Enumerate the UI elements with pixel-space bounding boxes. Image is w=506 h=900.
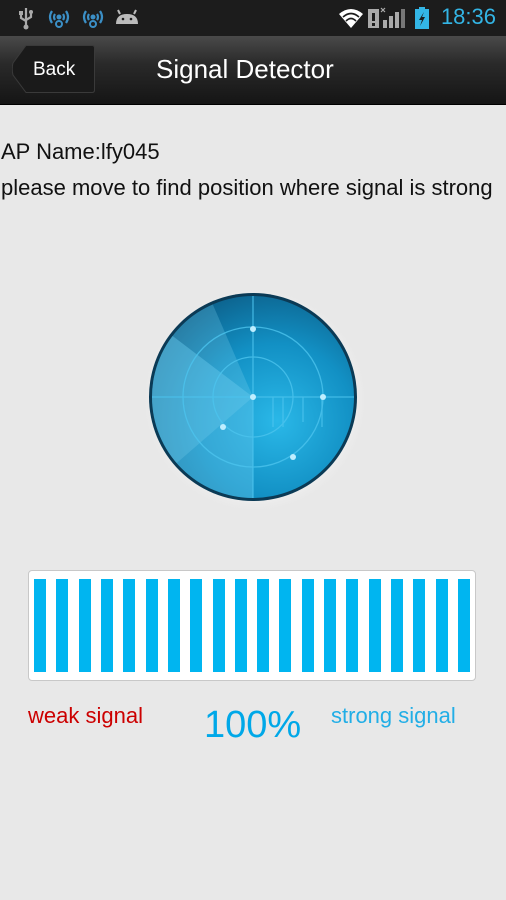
signal-bar [78,579,91,672]
usb-icon [19,8,33,30]
signal-bar [190,579,203,672]
strong-signal-label: strong signal [331,703,456,728]
signal-bar [301,579,314,672]
back-label: Back [33,59,76,80]
wifi-hotspot-icon [82,10,104,28]
signal-bar [167,579,180,672]
signal-bar [56,579,69,672]
page-title: Signal Detector [156,54,334,84]
signal-bar [458,579,470,672]
cell-signal-icon [368,7,405,28]
wifi-hotspot-icon [48,10,70,28]
battery-charging-icon [415,7,429,29]
signal-bar [100,579,113,672]
signal-bars [34,579,470,672]
clock: 18:36 [440,4,496,29]
signal-percent: 100% [204,704,302,746]
signal-bar [391,579,404,672]
weak-signal-label: weak signal [28,703,143,728]
back-button[interactable]: Back [12,45,95,93]
instruction-text: please move to find position where signa… [1,175,493,200]
status-bar: 18:36 [0,0,506,36]
signal-bar [435,579,448,672]
signal-bar [368,579,381,672]
signal-bar [279,579,292,672]
signal-strength-meter [28,570,476,681]
signal-bar [145,579,158,672]
signal-bar [257,579,270,672]
wifi-icon [339,9,363,28]
signal-bar [234,579,247,672]
signal-bar [34,579,46,672]
ap-name: AP Name:lfy045 [1,139,160,164]
signal-bar [346,579,359,672]
radar-icon [141,286,369,512]
android-icon [116,9,138,24]
action-bar: Back Signal Detector [0,36,506,105]
signal-bar [123,579,136,672]
signal-bar [413,579,426,672]
signal-bar [212,579,225,672]
signal-bar [324,579,337,672]
